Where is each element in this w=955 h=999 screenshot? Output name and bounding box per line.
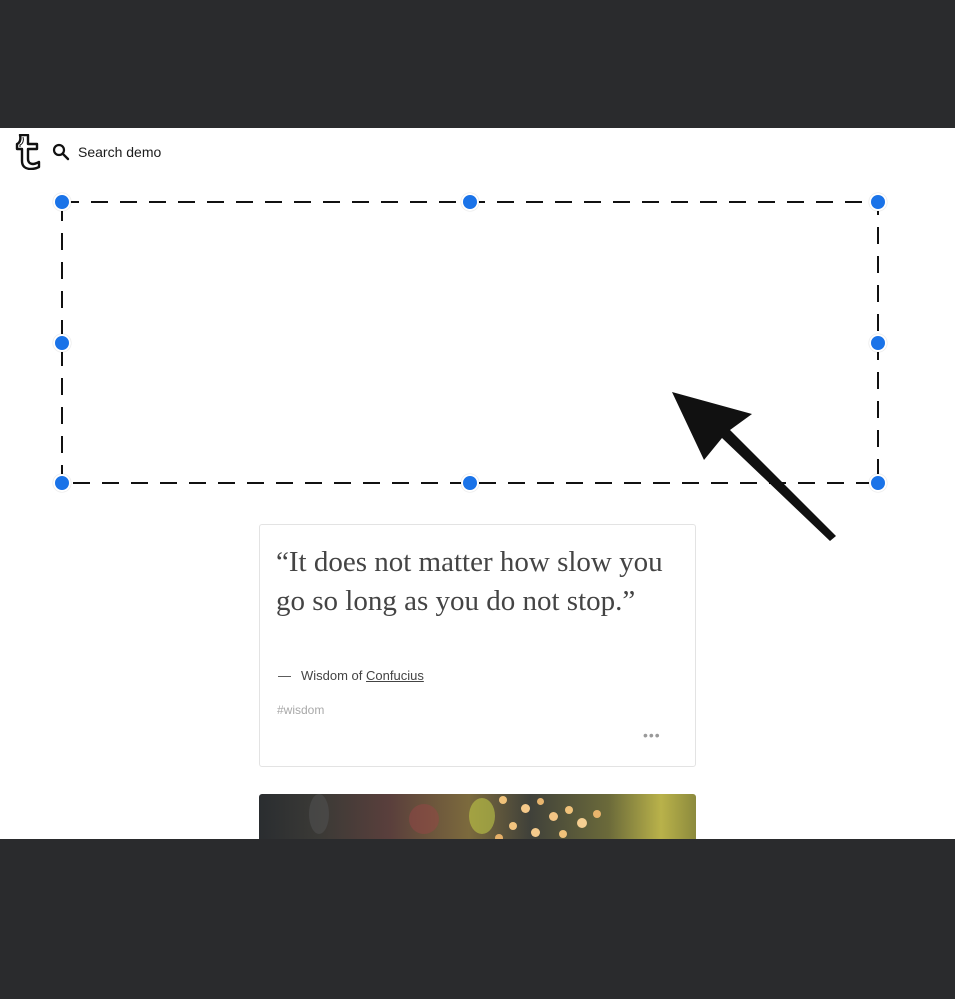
resize-handle-top-right[interactable] (869, 193, 887, 211)
attribution-dash: — (278, 668, 291, 683)
attribution-prefix: Wisdom of (301, 668, 363, 683)
resize-handle-bottom-middle[interactable] (461, 474, 479, 492)
backdrop-bottom (0, 839, 955, 999)
arrow-pointer-icon (672, 392, 836, 541)
backdrop-top (0, 0, 955, 128)
resize-handle-middle-right[interactable] (869, 334, 887, 352)
tag-link[interactable]: #wisdom (277, 703, 324, 717)
resize-handle-top-middle[interactable] (461, 193, 479, 211)
resize-handle-bottom-left[interactable] (53, 474, 71, 492)
photo-post-image[interactable] (259, 794, 696, 839)
resize-handle-bottom-right[interactable] (869, 474, 887, 492)
quote-post: “It does not matter how slow you go so l… (259, 524, 696, 767)
source-link[interactable]: Confucius (366, 668, 424, 683)
quote-attribution: — Wisdom of Confucius (278, 668, 424, 683)
resize-handle-top-left[interactable] (53, 193, 71, 211)
resize-handle-middle-left[interactable] (53, 334, 71, 352)
search-button[interactable]: Search demo (52, 142, 161, 162)
page: Search demo “It does not matter how slow… (0, 128, 955, 839)
search-label: Search demo (78, 144, 162, 160)
tumblr-logo-icon[interactable] (14, 133, 42, 171)
more-options-button[interactable]: ••• (643, 727, 661, 743)
quote-text: “It does not matter how slow you go so l… (276, 546, 663, 617)
search-icon (52, 143, 70, 161)
header: Search demo (0, 128, 955, 178)
